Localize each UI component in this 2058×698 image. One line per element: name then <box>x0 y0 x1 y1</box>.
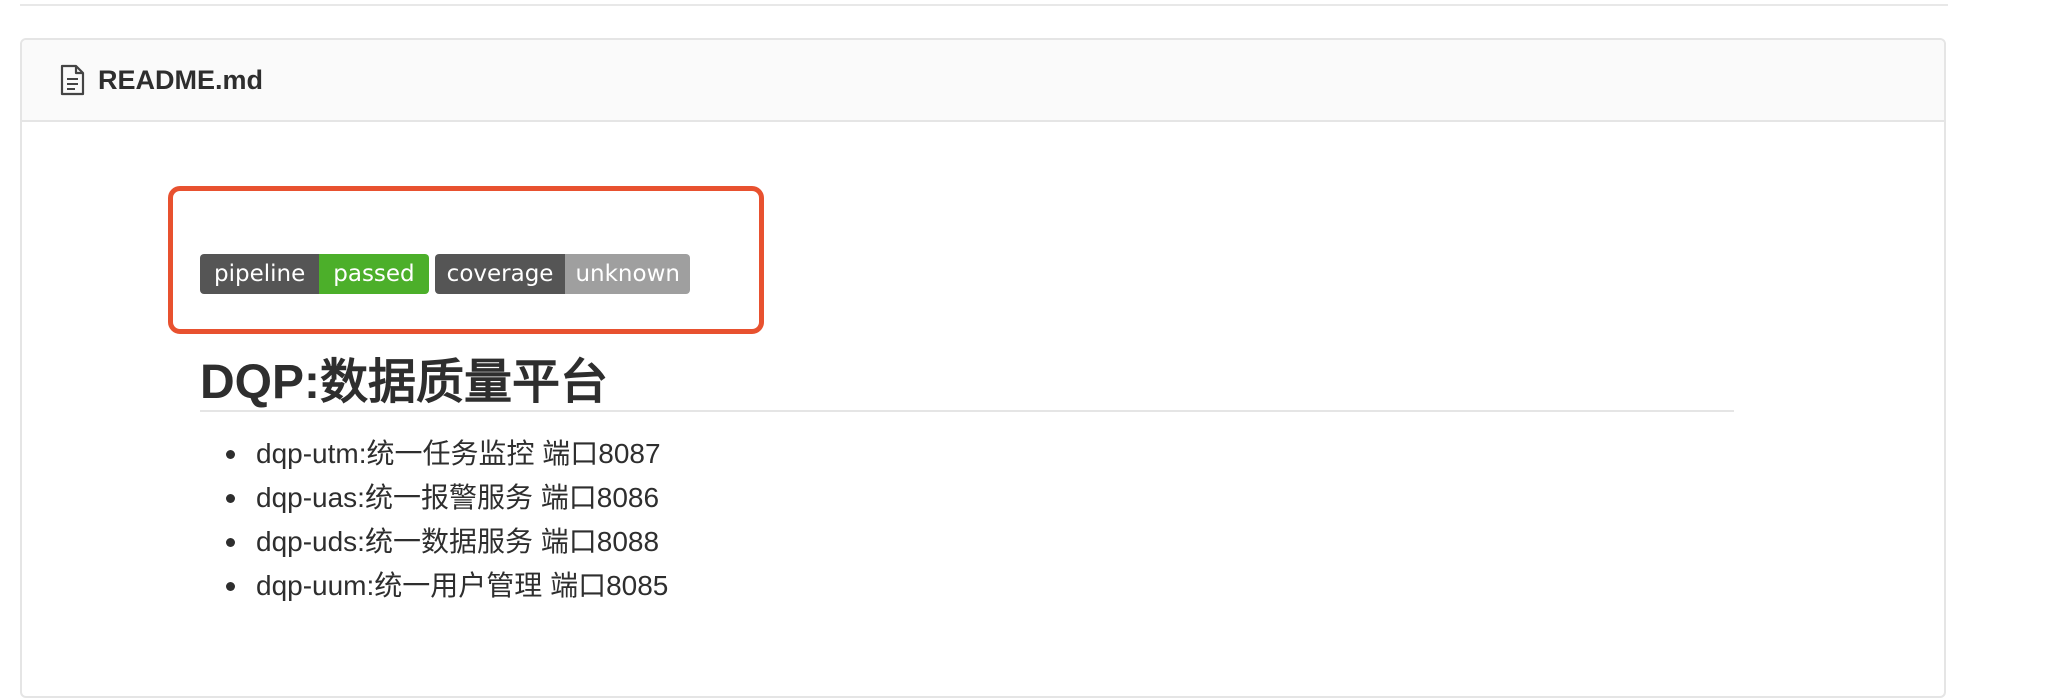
badges-row: pipeline passed coverage unknown <box>200 254 690 294</box>
file-name[interactable]: README.md <box>98 65 263 96</box>
title-divider <box>200 410 1734 412</box>
pipeline-badge-value: passed <box>319 254 429 294</box>
pipeline-badge-label: pipeline <box>200 254 320 294</box>
readme-title: DQP:数据质量平台 <box>200 356 609 409</box>
list-item: dqp-utm:统一任务监控 端口8087 <box>200 432 668 476</box>
coverage-badge-label: coverage <box>434 254 566 294</box>
list-item: dqp-uum:统一用户管理 端口8085 <box>200 564 668 608</box>
coverage-badge-value: unknown <box>565 254 690 294</box>
file-text-icon <box>58 64 86 96</box>
top-divider <box>20 4 1948 6</box>
list-item: dqp-uds:统一数据服务 端口8088 <box>200 520 668 564</box>
service-list: dqp-utm:统一任务监控 端口8087 dqp-uas:统一报警服务 端口8… <box>200 432 668 608</box>
coverage-badge[interactable]: coverage unknown <box>434 254 690 294</box>
pipeline-badge[interactable]: pipeline passed <box>200 254 429 294</box>
file-header: README.md <box>22 40 1944 122</box>
list-item: dqp-uas:统一报警服务 端口8086 <box>200 476 668 520</box>
